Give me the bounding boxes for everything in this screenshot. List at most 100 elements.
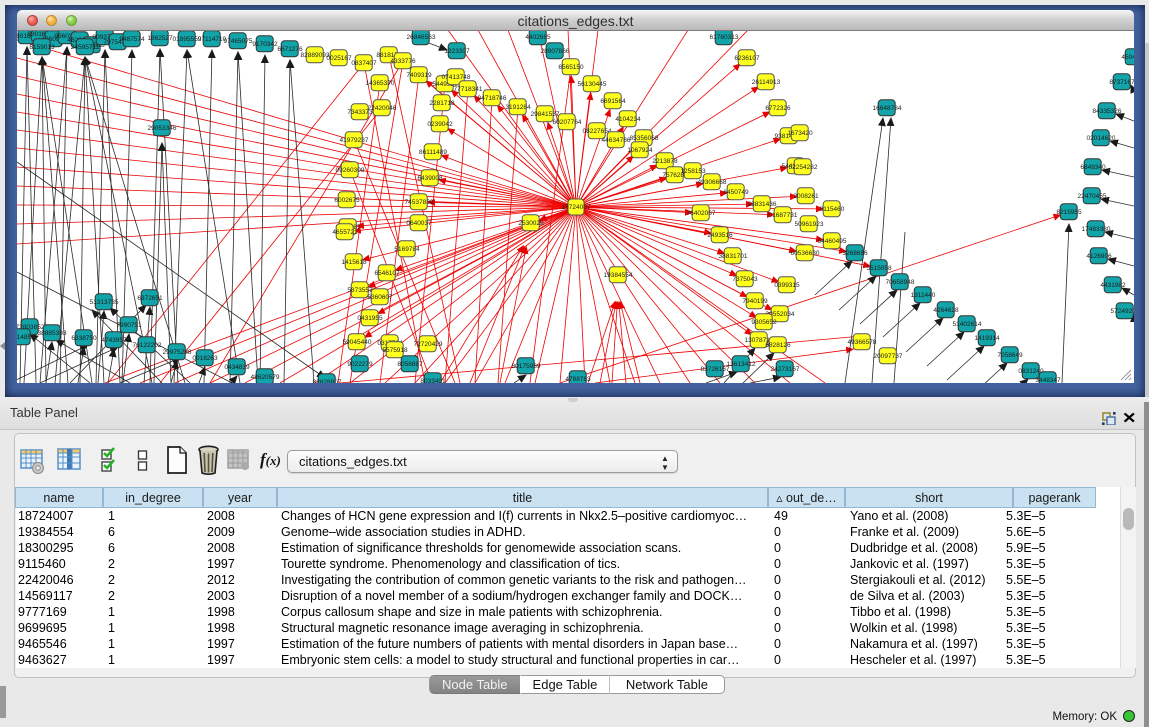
svg-text:7940199: 7940199 [742, 298, 768, 305]
svg-text:7375043: 7375043 [732, 276, 758, 283]
svg-text:18724007: 18724007 [562, 204, 591, 211]
svg-text:17483380: 17483380 [1082, 226, 1111, 233]
svg-text:60536630: 60536630 [791, 250, 820, 257]
svg-text:19384554: 19384554 [604, 272, 633, 279]
svg-text:1258153: 1258153 [680, 168, 706, 175]
svg-text:8033401: 8033401 [420, 378, 446, 383]
svg-text:1415618: 1415618 [341, 259, 367, 266]
svg-text:41979237: 41979237 [340, 137, 369, 144]
svg-text:9305652: 9305652 [751, 319, 777, 326]
svg-text:28831436: 28831436 [748, 201, 777, 208]
svg-text:7990751: 7990751 [116, 322, 142, 329]
svg-text:6372651: 6372651 [137, 295, 163, 302]
svg-text:5169784: 5169784 [394, 246, 420, 253]
svg-text:0431955: 0431955 [357, 315, 383, 322]
svg-text:6691564: 6691564 [600, 98, 626, 105]
svg-text:49306668: 49306668 [698, 179, 727, 186]
svg-text:0025167: 0025167 [326, 55, 352, 62]
svg-text:4104234: 4104234 [615, 116, 641, 123]
svg-text:97465075: 97465075 [224, 38, 253, 45]
svg-text:0239042: 0239042 [427, 121, 453, 128]
svg-text:6439008: 6439008 [417, 175, 443, 182]
svg-text:2213878: 2213878 [652, 158, 678, 165]
svg-text:85356068: 85356068 [630, 135, 659, 142]
svg-text:6360607: 6360607 [367, 294, 393, 301]
svg-text:1311440: 1311440 [911, 292, 936, 299]
svg-text:8159013: 8159013 [29, 44, 55, 51]
svg-text:1419314: 1419314 [974, 335, 1000, 342]
svg-text:5575918: 5575918 [382, 347, 408, 354]
svg-text:4655721: 4655721 [332, 229, 358, 236]
svg-text:9022279: 9022279 [347, 361, 373, 368]
svg-text:6236107: 6236107 [734, 55, 760, 62]
svg-text:44634786: 44634786 [602, 137, 631, 144]
svg-text:29053346: 29053346 [148, 125, 177, 132]
svg-text:2281718: 2281718 [429, 100, 455, 107]
svg-text:3448347: 3448347 [1035, 377, 1061, 383]
svg-text:28907866: 28907866 [541, 48, 570, 55]
svg-text:7058649: 7058649 [997, 352, 1023, 359]
svg-text:38831701: 38831701 [719, 253, 748, 260]
svg-text:7343373: 7343373 [347, 109, 373, 116]
svg-text:0399315: 0399315 [774, 282, 800, 289]
svg-text:59045440: 59045440 [343, 339, 372, 346]
svg-text:6849340: 6849340 [1080, 164, 1106, 171]
svg-text:61760313: 61760313 [710, 34, 739, 41]
svg-text:56130445: 56130445 [578, 81, 607, 88]
svg-text:16648784: 16648784 [873, 105, 902, 112]
svg-text:5873557: 5873557 [347, 287, 373, 294]
svg-text:4333776: 4333776 [390, 58, 416, 65]
svg-text:9115460: 9115460 [820, 206, 845, 213]
svg-text:2530025: 2530025 [518, 220, 544, 227]
svg-text:29975288: 29975288 [163, 349, 192, 356]
svg-text:60207764: 60207764 [553, 119, 582, 126]
svg-text:02014620: 02014620 [1087, 135, 1116, 142]
svg-text:4402685: 4402685 [525, 34, 551, 41]
svg-text:8737167: 8737167 [1109, 79, 1134, 86]
svg-text:48620579: 48620579 [251, 374, 280, 381]
svg-text:83726167: 83726167 [701, 366, 730, 373]
svg-text:29841537: 29841537 [531, 111, 560, 118]
svg-text:5515058: 5515058 [866, 265, 892, 272]
svg-text:7409319: 7409319 [406, 72, 432, 79]
svg-text:38885393: 38885393 [38, 330, 67, 337]
svg-text:4126906: 4126906 [1086, 253, 1112, 260]
svg-text:0018263: 0018263 [192, 355, 218, 362]
svg-text:86111489: 86111489 [419, 149, 447, 156]
svg-text:76122202: 76122202 [133, 342, 162, 349]
svg-text:6450749: 6450749 [723, 189, 749, 196]
svg-text:26114913: 26114913 [752, 79, 781, 86]
svg-text:2008261: 2008261 [793, 193, 819, 200]
svg-text:70658948: 70658948 [886, 279, 915, 286]
svg-text:84335326: 84335326 [1093, 108, 1122, 115]
svg-text:1862527: 1862527 [147, 35, 173, 42]
svg-text:07413748: 07413748 [442, 74, 471, 81]
svg-text:01687731: 01687731 [769, 212, 798, 219]
svg-text:20097737: 20097737 [874, 353, 903, 360]
svg-text:51402614: 51402614 [953, 321, 982, 328]
svg-text:77718341: 77718341 [454, 86, 483, 93]
svg-text:1223307: 1223307 [444, 48, 470, 55]
svg-text:6565150: 6565150 [558, 64, 584, 71]
svg-text:09260309: 09260309 [336, 167, 365, 174]
svg-text:50961923: 50961923 [795, 221, 824, 228]
svg-text:72720429: 72720429 [414, 341, 443, 348]
svg-text:1673420: 1673420 [787, 130, 813, 137]
svg-text:6772326: 6772326 [765, 105, 791, 112]
svg-text:4743957: 4743957 [101, 337, 127, 344]
svg-text:3191284: 3191284 [505, 104, 531, 111]
svg-text:8215955: 8215955 [1056, 209, 1082, 216]
svg-text:4788783: 4788783 [565, 376, 591, 383]
svg-text:8414852: 8414852 [17, 334, 35, 341]
svg-text:0837407: 0837407 [351, 60, 377, 67]
svg-text:76402067: 76402067 [687, 210, 716, 217]
svg-text:6671276: 6671276 [277, 46, 303, 53]
svg-text:22470455: 22470455 [1078, 193, 1107, 200]
svg-text:6338750: 6338750 [71, 335, 97, 342]
svg-text:49366578: 49366578 [848, 339, 877, 346]
svg-text:64460495: 64460495 [818, 238, 847, 245]
svg-text:6546107: 6546107 [374, 270, 400, 277]
svg-text:4431982: 4431982 [1100, 282, 1126, 289]
svg-text:6828126: 6828126 [765, 342, 791, 349]
svg-text:04718746: 04718746 [478, 95, 507, 102]
